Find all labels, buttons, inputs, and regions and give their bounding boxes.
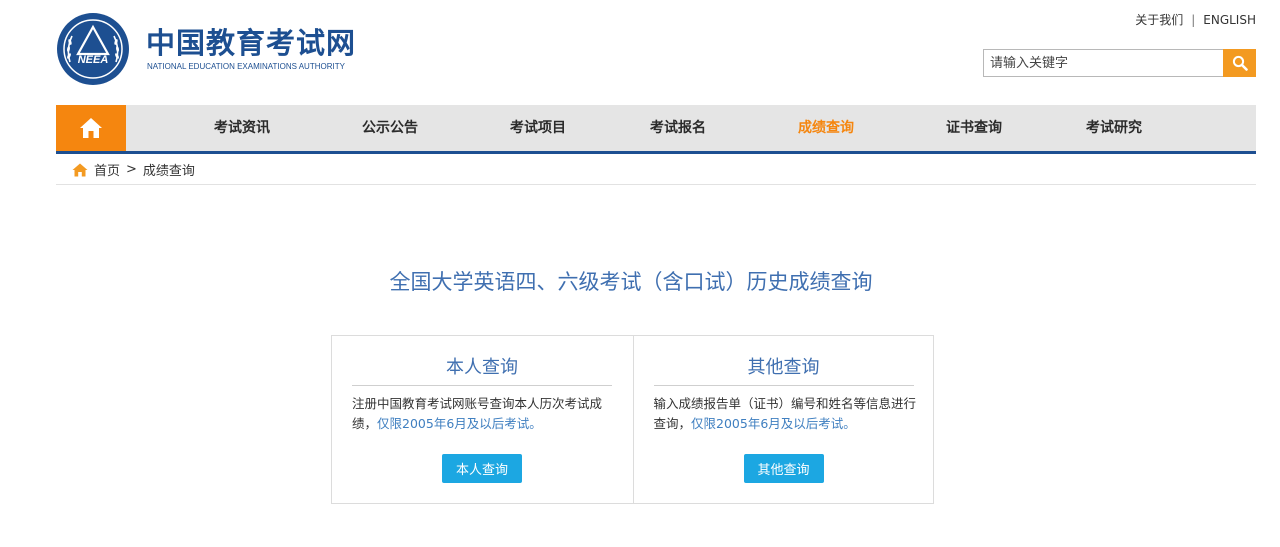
nav-item-announcements[interactable]: 公示公告 bbox=[362, 105, 418, 151]
nav-home-button[interactable] bbox=[56, 105, 126, 151]
self-query-card: 本人查询 注册中国教育考试网账号查询本人历次考试成绩，仅限2005年6月及以后考… bbox=[332, 336, 633, 503]
nav-item-certificate-inquiry[interactable]: 证书查询 bbox=[946, 105, 1002, 151]
search-box bbox=[983, 49, 1256, 77]
svg-text:NEEA: NEEA bbox=[78, 54, 109, 66]
top-links: 关于我们 | ENGLISH bbox=[1135, 11, 1256, 28]
home-icon bbox=[72, 163, 88, 176]
breadcrumb-home-link[interactable]: 首页 bbox=[94, 160, 120, 179]
self-query-button[interactable]: 本人查询 bbox=[442, 454, 522, 483]
breadcrumb-current: 成绩查询 bbox=[142, 164, 195, 179]
site-title: 中国教育考试网 bbox=[146, 26, 357, 60]
nav-item-news[interactable]: 考试资讯 bbox=[214, 105, 270, 151]
other-query-title: 其他查询 bbox=[653, 353, 914, 386]
search-icon bbox=[1232, 55, 1248, 71]
neea-logo: NEEA bbox=[57, 13, 129, 85]
english-link[interactable]: ENGLISH bbox=[1203, 13, 1256, 27]
other-query-card: 其他查询 输入成绩报告单（证书）编号和姓名等信息进行查询，仅限2005年6月及以… bbox=[632, 336, 934, 503]
nav-item-exam-research[interactable]: 考试研究 bbox=[1086, 105, 1142, 151]
nav-item-registration[interactable]: 考试报名 bbox=[650, 105, 706, 151]
other-query-button[interactable]: 其他查询 bbox=[743, 454, 824, 483]
site-subtitle: NATIONAL EDUCATION EXAMINATIONS AUTHORIT… bbox=[147, 62, 345, 71]
top-links-separator: | bbox=[1191, 12, 1196, 27]
other-query-description: 输入成绩报告单（证书）编号和姓名等信息进行查询，仅限2005年6月及以后考试。 bbox=[654, 394, 926, 434]
about-us-link[interactable]: 关于我们 bbox=[1135, 11, 1183, 28]
home-icon bbox=[80, 118, 102, 138]
other-query-desc-highlight: 仅限2005年6月及以后考试。 bbox=[691, 416, 856, 431]
nav-underline bbox=[56, 151, 1256, 154]
breadcrumb: 首页 > 成绩查询 bbox=[72, 160, 195, 179]
self-query-description: 注册中国教育考试网账号查询本人历次考试成绩，仅限2005年6月及以后考试。 bbox=[352, 394, 624, 434]
self-query-desc-highlight: 仅限2005年6月及以后考试。 bbox=[377, 416, 542, 431]
nav-item-exam-programs[interactable]: 考试项目 bbox=[510, 105, 566, 151]
breadcrumb-divider bbox=[56, 184, 1256, 185]
search-input[interactable] bbox=[983, 49, 1223, 77]
nav-item-score-inquiry[interactable]: 成绩查询 bbox=[798, 105, 854, 151]
main-nav: 考试资讯 公示公告 考试项目 考试报名 成绩查询 证书查询 考试研究 bbox=[56, 105, 1256, 151]
self-query-title: 本人查询 bbox=[352, 353, 612, 386]
breadcrumb-separator: > bbox=[126, 162, 137, 177]
search-button[interactable] bbox=[1223, 49, 1256, 77]
query-panel: 本人查询 注册中国教育考试网账号查询本人历次考试成绩，仅限2005年6月及以后考… bbox=[331, 335, 934, 504]
page-title: 全国大学英语四、六级考试（含口试）历史成绩查询 bbox=[389, 270, 873, 294]
